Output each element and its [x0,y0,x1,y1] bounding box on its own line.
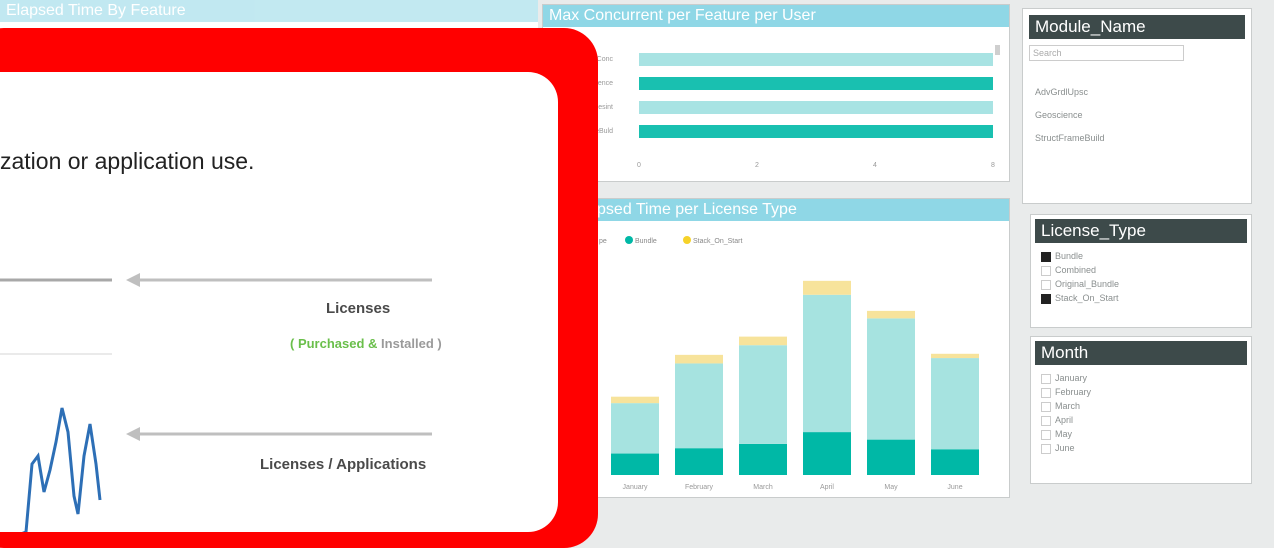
bar-x-tick: 4 [873,162,877,169]
checkbox[interactable] [1041,373,1051,384]
license-type-item[interactable]: Bundle [1041,249,1251,263]
license-type-item-label: Stack_On_Start [1055,293,1119,303]
checkbox[interactable] [1041,279,1051,290]
checkbox[interactable] [1041,443,1051,454]
license-type-item[interactable]: Stack_On_Start [1041,291,1251,305]
checkbox[interactable] [1041,251,1051,262]
usage-line [21,407,102,532]
apps-arrow-head [126,427,140,441]
month-item[interactable]: February [1041,385,1251,399]
month-tick: January [623,484,648,491]
month-item[interactable]: April [1041,413,1251,427]
legend-dot [625,236,633,244]
module-item[interactable]: Geoscience [1035,110,1241,120]
legend-dot [683,236,691,244]
license-type-slicer: License_Type Bundle Combined Original_Bund… [1030,214,1252,328]
column-bundle [739,443,787,475]
license-type-slicer-title: License_Type [1035,219,1247,243]
bar-chart: nConcicenceSesintmeBuld0 2 4 8 [589,45,1000,169]
checkbox[interactable] [1041,387,1051,398]
checkbox[interactable] [1041,401,1051,412]
bar-x-tick: 8 [991,162,995,169]
license-type-item-label: Combined [1055,265,1097,275]
checkbox[interactable] [1041,265,1051,276]
elapsed-time-panel: Elapsed Time By Feature [0,0,538,30]
license-type-item[interactable]: Original_Bundle [1041,277,1251,291]
column-bundle [931,449,979,475]
column-bundle [611,453,659,475]
module-slicer-list: AdvGrdlUpsc Geoscience StructFrameBuild [1035,87,1241,143]
overlay-card: zation or application use. Licenses ( Pu… [0,72,558,532]
licenses-arrow-head [126,273,140,287]
module-item[interactable]: AdvGrdlUpsc [1035,87,1241,97]
column-combined [803,294,851,433]
elapsed-license-panel: les Elapsed Time per License Type pe Bund… [542,198,1010,498]
installed-text: Installed ) [381,336,442,351]
license-type-item-label: Bundle [1055,251,1084,261]
license-type-list: Bundle Combined Original_Bundle Stack_On_St… [1041,249,1251,305]
column-stack [611,396,659,404]
legend-prefix: pe [599,238,607,245]
licenses-legend: ( Purchased & Installed ) [290,336,442,351]
bar [639,101,993,114]
module-slicer-title: Module_Name [1029,15,1245,39]
bar [639,53,993,66]
month-item-label: May [1055,429,1073,439]
column-combined [739,345,787,444]
checkbox[interactable] [1041,293,1051,304]
month-item-label: April [1055,415,1074,425]
month-slicer-title: Month [1035,341,1247,365]
bar [639,125,993,138]
column-combined [867,318,915,440]
module-item[interactable]: StructFrameBuild [1035,133,1241,143]
column-combined [611,403,659,454]
checkbox[interactable] [1041,415,1051,426]
stacked-column-chart: pe Bundle Stack_On_Start January February Mar… [599,236,979,491]
month-item-label: February [1055,387,1092,397]
column-stack [675,354,723,364]
license-type-item-label: Original_Bundle [1055,279,1120,289]
column-stack [931,353,979,359]
month-tick: May [884,484,898,491]
elapsed-time-title: Elapsed Time By Feature [0,0,538,22]
column-stack [803,280,851,295]
month-tick: June [947,484,962,491]
module-search-input[interactable]: Search [1029,45,1184,61]
elapsed-license-title: les Elapsed Time per License Type [543,199,1009,221]
bar [639,77,993,90]
month-tick: April [820,484,834,491]
month-item[interactable]: March [1041,399,1251,413]
legend-label: Stack_On_Start [693,238,742,245]
month-item[interactable]: January [1041,371,1251,385]
bar-scrollbar [995,45,1000,55]
month-item[interactable]: May [1041,427,1251,441]
licenses-label: Licenses [326,300,391,317]
month-item-label: March [1055,401,1081,411]
column-combined [675,363,723,449]
apps-label: Licenses / Applications [260,456,427,473]
legend-label: Bundle [635,238,657,245]
month-list: January February March April May June [1041,371,1251,455]
purchased-text: ( Purchased & [290,336,378,351]
column-bundle [675,448,723,475]
column-stack [867,310,915,319]
column-bundle [803,432,851,475]
month-item-label: January [1055,373,1088,383]
bar-x-tick: 0 [637,162,641,169]
max-concurrent-panel: Max Concurrent per Feature per User nCon… [542,4,1010,182]
license-type-item[interactable]: Combined [1041,263,1251,277]
month-item[interactable]: June [1041,441,1251,455]
bar-x-tick: 2 [755,162,759,169]
max-concurrent-title: Max Concurrent per Feature per User [543,5,1009,27]
month-slicer: Month January February March April May June [1030,336,1252,484]
month-tick: March [753,484,773,491]
column-combined [931,358,979,450]
month-item-label: June [1055,443,1075,453]
module-slicer: Module_Name Search AdvGrdlUpsc Geoscienc… [1022,8,1252,204]
month-tick: February [685,484,714,491]
checkbox[interactable] [1041,429,1051,440]
column-stack [739,336,787,346]
column-bundle [867,439,915,475]
